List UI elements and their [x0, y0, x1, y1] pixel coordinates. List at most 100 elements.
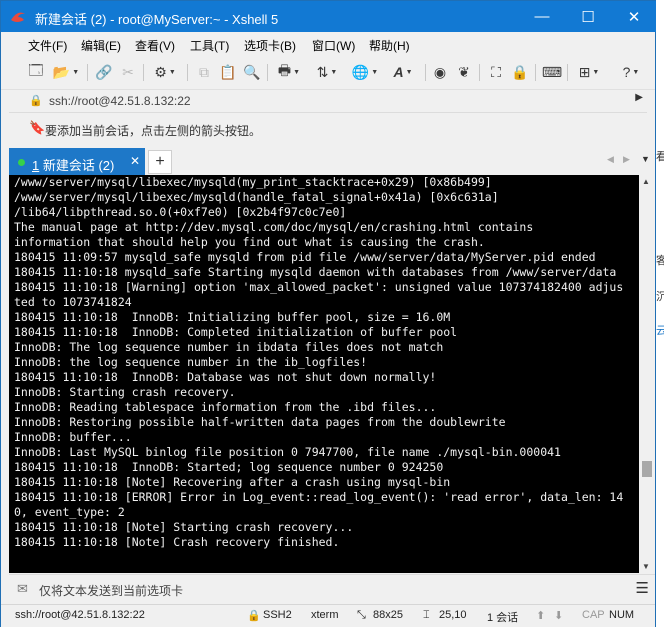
terminal-line: 180415 11:10:18 mysqld_safe Starting mys… [14, 265, 617, 279]
link-icon: 🔗 [95, 63, 113, 80]
toolbar: 🗔 📂 ▼ 🔗 ✂ ⚙ ▼ ⧉ 📋 🔍 🖶 ▼ ⇅ ▼ 🌐 ▼ A ▼ ◉ ❦ ⛶ 🔒 ⌨ … [1, 56, 655, 90]
background-text: 客 [656, 255, 664, 267]
compose-bar-text[interactable]: 仅将文本发送到当前选项卡 [39, 582, 183, 599]
send-text-icon[interactable]: ✉ [17, 581, 28, 597]
globe-icon: 🌐 [351, 63, 370, 80]
tab-session-1[interactable]: 1 新建会话 (2) ✕ [9, 148, 145, 175]
tab-list-icon[interactable]: ▼ [641, 154, 650, 164]
menu-window[interactable]: 窗口(W) [312, 37, 355, 54]
properties-icon: ⚙ [154, 63, 167, 80]
terminal-line: /lib64/libpthread.so.0(+0xf7e0) [0x2b4f9… [14, 205, 347, 219]
new-session-button[interactable]: 🗔 [25, 62, 47, 82]
xftp-button[interactable]: ◉ [429, 62, 451, 82]
terminal-line: 180415 11:10:18 InnoDB: Database was not… [14, 370, 437, 384]
paste-icon: 📋 [219, 63, 237, 80]
print-button[interactable]: 🖶 ▼ [273, 62, 305, 82]
xshell-logo-icon [11, 12, 25, 22]
xshell-window: 新建会话 (2) - root@MyServer:~ - Xshell 5 — … [0, 0, 657, 627]
terminal-line: InnoDB: The log sequence number in ibdat… [14, 340, 444, 354]
status-terminal-type: xterm [311, 609, 339, 621]
menu-help[interactable]: 帮助(H) [369, 37, 410, 54]
terminal-line: 180415 11:10:18 InnoDB: Started; log seq… [14, 460, 444, 474]
encoding-button[interactable]: 🌐 ▼ [349, 62, 381, 82]
add-button[interactable]: ⊞ ▼ [573, 62, 605, 82]
terminal-line: InnoDB: Restoring possible half-written … [14, 415, 506, 429]
terminal-line: 180415 11:09:57 mysqld_safe mysqld from … [14, 250, 596, 264]
terminal-line: /www/server/mysql/libexec/mysqld(my_prin… [14, 175, 492, 189]
help-icon: ? [622, 64, 631, 80]
address-bar[interactable]: 🔒 ssh://root@42.51.8.132:22 ▶ [9, 90, 647, 113]
minimize-button[interactable]: — [519, 1, 565, 32]
script-button[interactable]: ❦ [453, 62, 475, 82]
bookmark-arrow-icon[interactable]: 🔖 [29, 120, 45, 136]
chevron-down-icon: ▼ [168, 68, 176, 76]
paste-button[interactable]: 📋 [217, 62, 239, 82]
compose-bar[interactable]: ✉ 仅将文本发送到当前选项卡 ☰ [9, 574, 655, 603]
terminal-line: 180415 11:10:18 [Note] Starting crash re… [14, 520, 354, 534]
terminal-line: 180415 11:10:18 InnoDB: Completed initia… [14, 325, 458, 339]
close-button[interactable]: ✕ [611, 1, 657, 32]
terminal-line: 0, event_type: 2 [14, 505, 125, 519]
close-icon: ✕ [627, 8, 641, 26]
lock-button[interactable]: 🔒 [509, 62, 531, 82]
menu-view[interactable]: 查看(V) [135, 37, 175, 54]
scrollbar-thumb[interactable] [642, 461, 652, 477]
reconnect-button[interactable]: 🔗 [93, 62, 115, 82]
terminal-line: 180415 11:10:18 [Note] Crash recovery fi… [14, 535, 340, 549]
menu-tabs[interactable]: 选项卡(B) [244, 37, 296, 54]
copy-button[interactable]: ⧉ [193, 62, 215, 82]
search-icon: 🔍 [243, 63, 261, 80]
tab-label: 1 新建会话 (2) [32, 158, 115, 173]
tab-scroll-right-icon[interactable]: ▶ [623, 154, 630, 165]
window-title: 新建会话 (2) - root@MyServer:~ - Xshell 5 [35, 12, 279, 27]
lock-icon: 🔒 [29, 95, 43, 107]
menu-file[interactable]: 文件(F) [28, 37, 67, 54]
tab-scroll-left-icon[interactable]: ◀ [607, 154, 614, 165]
font-button[interactable]: A ▼ [387, 62, 419, 82]
xftp-icon: ◉ [433, 63, 447, 80]
properties-button[interactable]: ⚙ ▼ [149, 62, 181, 82]
title-bar[interactable]: 新建会话 (2) - root@MyServer:~ - Xshell 5 — … [1, 1, 657, 32]
tab-close-icon[interactable]: ✕ [130, 154, 140, 168]
status-protocol: SSH2 [263, 609, 292, 621]
status-lock-icon: 🔒 [247, 610, 261, 622]
background-text: 看 [656, 151, 664, 163]
menu-edit[interactable]: 编辑(E) [81, 37, 121, 54]
fullscreen-button[interactable]: ⛶ [485, 62, 507, 82]
menu-icon[interactable]: ☰ [636, 579, 649, 597]
new-session-icon: 🗔 [28, 62, 44, 78]
terminal-output[interactable]: /www/server/mysql/libexec/mysqld(my_prin… [9, 175, 639, 573]
help-button[interactable]: ? ▼ [615, 62, 647, 82]
font-icon: A [393, 64, 404, 80]
menu-tools[interactable]: 工具(T) [190, 37, 229, 54]
status-connection: ssh://root@42.51.8.132:22 [15, 609, 145, 621]
terminal-line: InnoDB: Last MySQL binlog file position … [14, 445, 561, 459]
disconnect-button[interactable]: ✂ [117, 62, 139, 82]
new-tab-button[interactable]: + [148, 150, 172, 174]
chevron-down-icon: ▼ [405, 68, 413, 76]
maximize-icon: ☐ [581, 8, 595, 26]
chevron-right-icon[interactable]: ▶ [635, 92, 643, 103]
status-cursor-position: 25,10 [439, 609, 467, 621]
address-text[interactable]: ssh://root@42.51.8.132:22 [49, 94, 191, 108]
find-button[interactable]: 🔍 [241, 62, 263, 82]
terminal-line: ted to 1073741824 [14, 295, 132, 309]
toolbar-divider [87, 64, 88, 81]
tab-bar: 1 新建会话 (2) ✕ + ◀ ▶ ▼ [9, 146, 655, 175]
tip-text: 要添加当前会话，点击左侧的箭头按钮。 [45, 124, 262, 138]
keyboard-button[interactable]: ⌨ [541, 62, 563, 82]
terminal-scrollbar[interactable]: ▲ ▼ [639, 175, 655, 573]
toolbar-divider [567, 64, 568, 81]
maximize-button[interactable]: ☐ [565, 1, 611, 32]
transfer-button[interactable]: ⇅ ▼ [311, 62, 343, 82]
open-session-button[interactable]: 📂 ▼ [51, 62, 81, 82]
scroll-up-icon[interactable]: ▲ [642, 177, 650, 186]
terminal-line: /www/server/mysql/libexec/mysqld(handle_… [14, 190, 499, 204]
plus-box-icon: ⊞ [578, 63, 591, 80]
tip-bar: 🔖 要添加当前会话，点击左侧的箭头按钮。 [9, 114, 647, 142]
lock-icon: 🔒 [511, 63, 529, 80]
terminal-line: InnoDB: the log sequence number in the i… [14, 355, 368, 369]
chevron-down-icon: ▼ [371, 68, 379, 76]
background-window-edge: 看 客 沉 云 [656, 0, 664, 633]
scroll-down-icon[interactable]: ▼ [642, 562, 650, 571]
